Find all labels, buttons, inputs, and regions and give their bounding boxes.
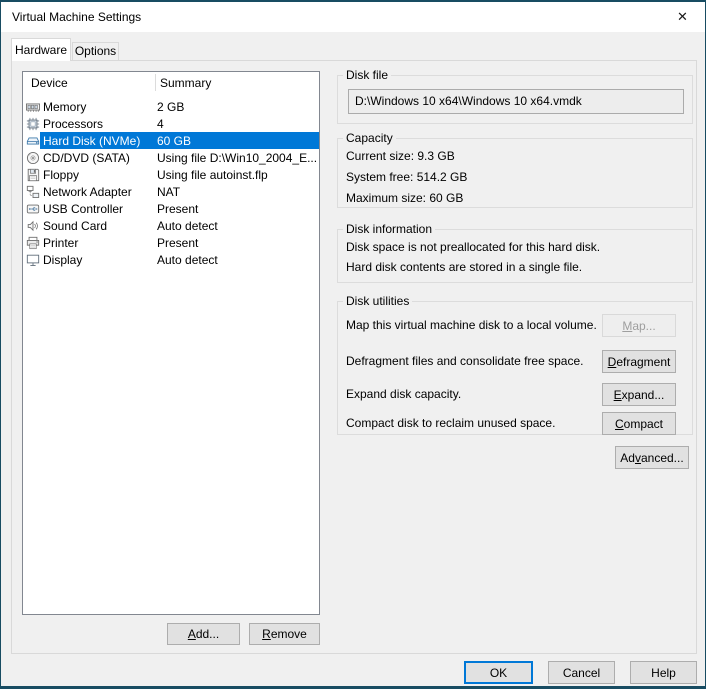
device-summary: NAT [157, 185, 319, 199]
utility-description: Defragment files and consolidate free sp… [346, 350, 583, 373]
disk-information-group: Disk information Disk space is not preal… [337, 229, 693, 283]
disk-utility-row: Compact disk to reclaim unused space. Com… [346, 412, 684, 435]
advanced-button[interactable]: Advanced... [615, 446, 689, 469]
tab-options[interactable]: Options [72, 42, 119, 60]
column-header-device: Device [31, 72, 68, 94]
expand-button[interactable]: Expand... [602, 383, 676, 406]
window-title: Virtual Machine Settings [12, 2, 141, 32]
ok-button[interactable]: OK [464, 661, 533, 684]
device-name: CD/DVD (SATA) [40, 151, 157, 165]
device-row[interactable]: PrinterPresent [23, 234, 319, 251]
preallocation-info-text: Disk space is not preallocated for this … [346, 237, 684, 257]
device-summary: Auto detect [157, 253, 319, 267]
remove-device-button[interactable]: Remove [249, 623, 320, 645]
disk-file-group-label: Disk file [343, 68, 391, 83]
device-summary: Present [157, 202, 319, 216]
device-summary: 60 GB [157, 134, 319, 148]
device-name: Display [40, 253, 157, 267]
device-row[interactable]: Processors4 [23, 115, 319, 132]
maximum-size-text: Maximum size: 60 GB [346, 188, 684, 209]
utility-description: Compact disk to reclaim unused space. [346, 412, 555, 435]
device-list-rows: Memory2 GBProcessors4Hard Disk (NVMe)60 … [23, 98, 319, 268]
virtual-machine-settings-dialog: Virtual Machine Settings ✕ Hardware Opti… [0, 0, 706, 689]
device-row[interactable]: DisplayAuto detect [23, 251, 319, 268]
disk-file-path-field[interactable]: D:\Windows 10 x64\Windows 10 x64.vmdk [348, 89, 684, 114]
display-icon [23, 252, 40, 268]
hardware-tab-page: Device Summary Memory2 GBProcessors4Hard… [11, 60, 697, 654]
utility-description: Expand disk capacity. [346, 383, 461, 406]
disk-utility-row: Map this virtual machine disk to a local… [346, 314, 684, 337]
column-separator [155, 74, 156, 91]
usb-controller-icon [23, 201, 40, 217]
compact-button[interactable]: Compact [602, 412, 676, 435]
device-summary: Present [157, 236, 319, 250]
device-name: Sound Card [40, 219, 157, 233]
single-file-info-text: Hard disk contents are stored in a singl… [346, 257, 684, 277]
device-name: Memory [40, 100, 157, 114]
disk-utilities-group-label: Disk utilities [343, 294, 412, 309]
capacity-group-label: Capacity [343, 131, 396, 146]
current-size-text: Current size: 9.3 GB [346, 146, 684, 167]
floppy-icon [23, 167, 40, 183]
device-summary: Using file autoinst.flp [157, 168, 319, 182]
device-list-header: Device Summary [23, 72, 319, 94]
capacity-group: Capacity Current size: 9.3 GB System fre… [337, 138, 693, 208]
device-summary: Auto detect [157, 219, 319, 233]
processor-icon [23, 116, 40, 132]
device-row[interactable]: Sound CardAuto detect [23, 217, 319, 234]
device-row[interactable]: FloppyUsing file autoinst.flp [23, 166, 319, 183]
cancel-button[interactable]: Cancel [548, 661, 615, 684]
device-list[interactable]: Device Summary Memory2 GBProcessors4Hard… [22, 71, 320, 615]
device-name: USB Controller [40, 202, 157, 216]
cd-dvd-icon [23, 150, 40, 166]
device-summary: 2 GB [157, 100, 319, 114]
device-row[interactable]: USB ControllerPresent [23, 200, 319, 217]
disk-information-group-label: Disk information [343, 222, 435, 237]
disk-utility-row: Expand disk capacity. Expand... [346, 383, 684, 406]
disk-file-group: Disk file D:\Windows 10 x64\Windows 10 x… [337, 75, 693, 124]
device-name: Network Adapter [40, 185, 157, 199]
printer-icon [23, 235, 40, 251]
device-name: Floppy [40, 168, 157, 182]
defragment-button[interactable]: Defragment [602, 350, 676, 373]
tab-hardware[interactable]: Hardware [11, 38, 71, 61]
close-icon[interactable]: ✕ [660, 2, 705, 32]
device-row[interactable]: Memory2 GB [23, 98, 319, 115]
device-name: Processors [40, 117, 157, 131]
network-adapter-icon [23, 184, 40, 200]
memory-icon [23, 99, 40, 115]
help-button[interactable]: Help [630, 661, 697, 684]
device-row[interactable]: Network AdapterNAT [23, 183, 319, 200]
sound-card-icon [23, 218, 40, 234]
column-header-summary: Summary [160, 72, 211, 94]
device-row[interactable]: CD/DVD (SATA)Using file D:\Win10_2004_E.… [23, 149, 319, 166]
device-row[interactable]: Hard Disk (NVMe)60 GB [23, 132, 319, 149]
device-name: Printer [40, 236, 157, 250]
disk-utilities-group: Disk utilities Map this virtual machine … [337, 301, 693, 435]
disk-utility-row: Defragment files and consolidate free sp… [346, 350, 684, 373]
add-device-button[interactable]: Add... [167, 623, 240, 645]
utility-description: Map this virtual machine disk to a local… [346, 314, 597, 337]
titlebar: Virtual Machine Settings ✕ [1, 2, 705, 32]
device-summary: Using file D:\Win10_2004_E... [157, 151, 319, 165]
map-button[interactable]: Map... [602, 314, 676, 337]
device-name: Hard Disk (NVMe) [40, 134, 157, 148]
system-free-text: System free: 514.2 GB [346, 167, 684, 188]
device-summary: 4 [157, 117, 319, 131]
hard-disk-icon [23, 133, 40, 149]
